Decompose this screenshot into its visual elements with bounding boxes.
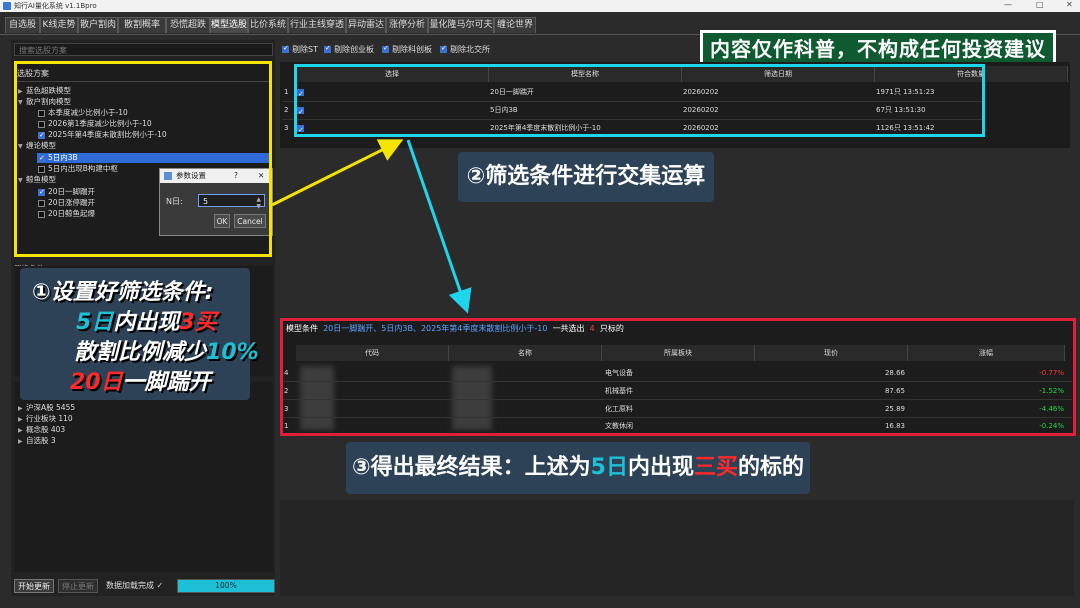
red-highlight-box xyxy=(280,318,1076,436)
step3-callout: ③得出最终结果：上述为5日内出现三买的标的 xyxy=(346,442,810,494)
yellow-arrow xyxy=(271,139,404,207)
step2-callout: ②筛选条件进行交集运算 xyxy=(458,152,714,202)
empty-panel xyxy=(280,500,1074,596)
